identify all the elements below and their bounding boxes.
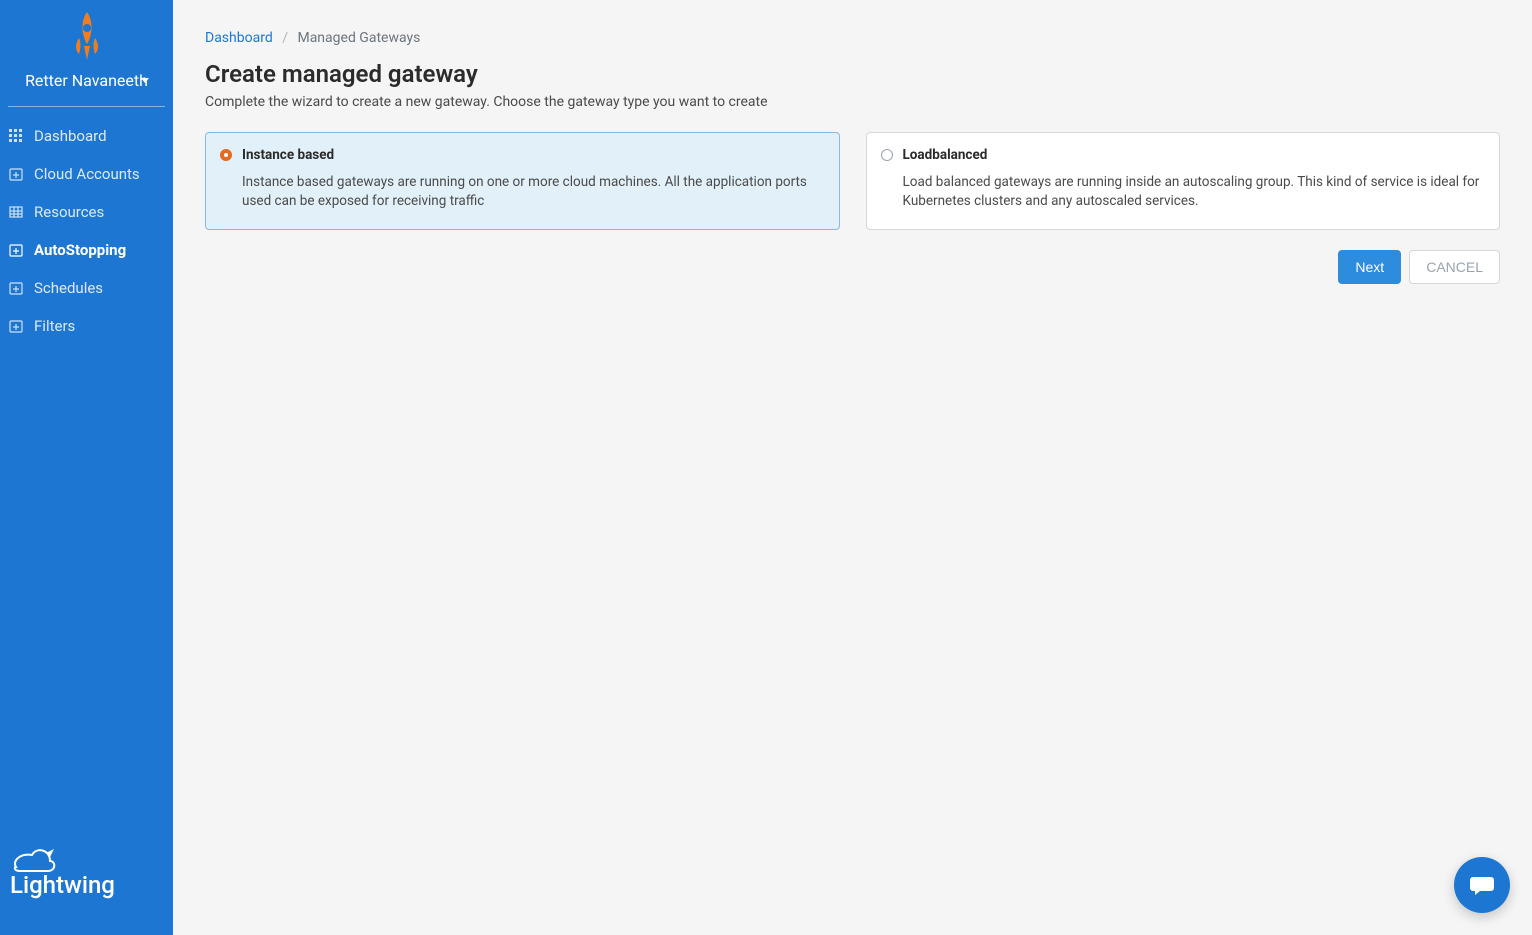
option-title: Instance based (242, 147, 334, 163)
breadcrumb: Dashboard / Managed Gateways (205, 30, 1500, 46)
sidebar-item-label: Schedules (34, 279, 103, 297)
wizard-actions: Next CANCEL (205, 250, 1500, 284)
sidebar-footer: Lightwing (0, 831, 173, 935)
sidebar-item-label: Filters (34, 317, 75, 335)
option-description: Instance based gateways are running on o… (220, 173, 823, 211)
cancel-button[interactable]: CANCEL (1409, 250, 1500, 284)
rocket-icon (67, 10, 107, 62)
sidebar-item-autostopping[interactable]: AutoStopping (0, 231, 173, 269)
user-menu[interactable]: Retter Navaneeth (0, 70, 173, 106)
sidebar: Retter Navaneeth Dashboard Cloud Account… (0, 0, 173, 935)
sidebar-item-schedules[interactable]: Schedules (0, 269, 173, 307)
radio-icon (881, 149, 893, 161)
option-title: Loadbalanced (903, 147, 988, 163)
nav: Dashboard Cloud Accounts Resources AutoS… (0, 117, 173, 345)
next-button[interactable]: Next (1338, 250, 1401, 284)
radio-icon (220, 149, 232, 161)
sidebar-item-label: AutoStopping (34, 241, 126, 259)
chat-icon (1468, 871, 1496, 899)
option-loadbalanced[interactable]: Loadbalanced Load balanced gateways are … (866, 132, 1501, 230)
option-instance-based[interactable]: Instance based Instance based gateways a… (205, 132, 840, 230)
lightwing-logo: Lightwing (10, 847, 140, 903)
breadcrumb-current: Managed Gateways (297, 30, 420, 46)
option-description: Load balanced gateways are running insid… (881, 173, 1484, 211)
sidebar-item-label: Cloud Accounts (34, 165, 140, 183)
user-name: Retter Navaneeth (25, 70, 148, 92)
table-icon (8, 204, 24, 220)
brand-logo (0, 0, 173, 70)
breadcrumb-root[interactable]: Dashboard (205, 30, 273, 46)
page-subtitle: Complete the wizard to create a new gate… (205, 94, 1500, 110)
gateway-type-options: Instance based Instance based gateways a… (205, 132, 1500, 230)
sidebar-item-dashboard[interactable]: Dashboard (0, 117, 173, 155)
sidebar-item-resources[interactable]: Resources (0, 193, 173, 231)
calendar-plus-icon (8, 280, 24, 296)
sidebar-item-label: Dashboard (34, 127, 107, 145)
sidebar-item-label: Resources (34, 203, 104, 221)
sidebar-item-cloud-accounts[interactable]: Cloud Accounts (0, 155, 173, 193)
calendar-plus-icon (8, 318, 24, 334)
divider (8, 106, 165, 107)
calendar-plus-icon (8, 242, 24, 258)
breadcrumb-separator: / (282, 30, 288, 46)
lightwing-text: Lightwing (10, 871, 115, 899)
chevron-down-icon (141, 78, 149, 83)
sidebar-item-filters[interactable]: Filters (0, 307, 173, 345)
calendar-plus-icon (8, 166, 24, 182)
main-content: Dashboard / Managed Gateways Create mana… (173, 0, 1532, 935)
chat-launcher[interactable] (1454, 857, 1510, 913)
grid-icon (8, 128, 24, 144)
page-title: Create managed gateway (205, 60, 1500, 88)
